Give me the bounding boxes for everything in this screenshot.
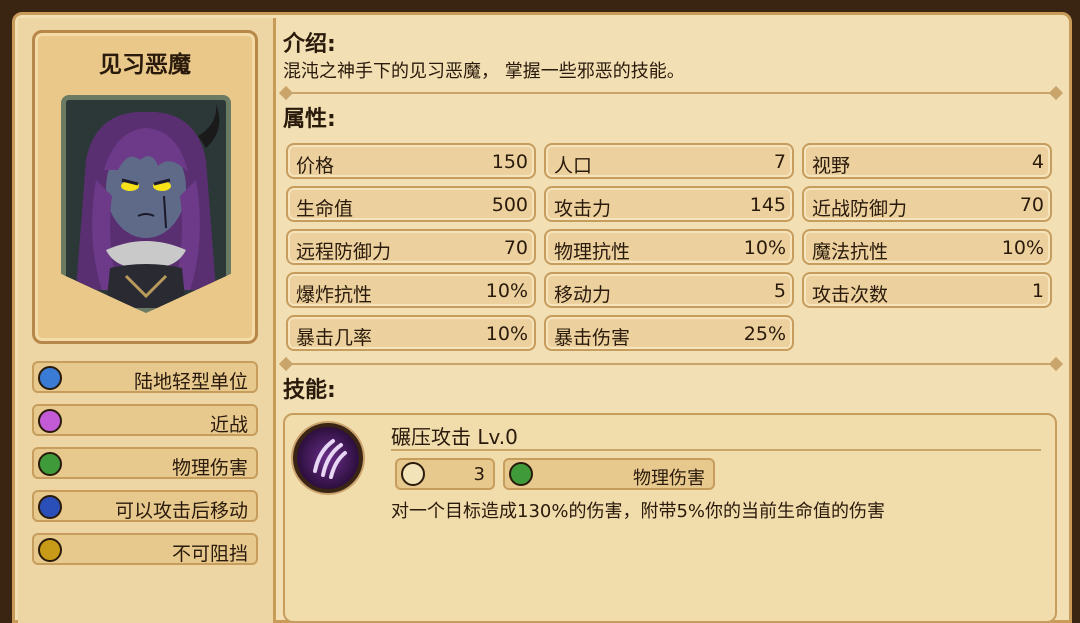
attributes-title: 属性: xyxy=(283,107,336,132)
intro-title: 介绍: xyxy=(283,32,336,57)
stat-population: 人口 7 xyxy=(544,143,794,179)
stat-label: 爆炸抗性 xyxy=(296,284,373,306)
stat-label: 移动力 xyxy=(554,284,612,306)
clock-icon xyxy=(401,462,425,486)
tag-unit-type: 陆地轻型单位 xyxy=(32,361,258,393)
tag-label: 不可阻挡 xyxy=(171,543,248,565)
stat-value: 70 xyxy=(503,237,528,259)
unit-portrait xyxy=(61,95,231,313)
stat-crit-chance: 暴击几率 10% xyxy=(286,315,536,351)
skill-cooldown-value: 3 xyxy=(473,464,485,485)
stat-attack: 攻击力 145 xyxy=(544,186,794,222)
sword-icon xyxy=(38,452,62,476)
stat-label: 近战防御力 xyxy=(812,198,908,220)
skill-damage-type: 物理伤害 xyxy=(503,458,715,490)
stat-explosion-resist: 爆炸抗性 10% xyxy=(286,272,536,308)
tag-damage-type: 物理伤害 xyxy=(32,447,258,479)
claw-slash-icon[interactable] xyxy=(293,423,363,493)
unit-name: 见习恶魔 xyxy=(99,52,191,78)
stat-value: 145 xyxy=(749,194,786,216)
stat-label: 攻击力 xyxy=(554,198,612,220)
stat-value: 10% xyxy=(485,280,528,302)
skill-card[interactable]: 碾压攻击 Lv.0 3 物理伤害 对一个目标造成130%的伤害，附带5%你的当前… xyxy=(283,413,1057,623)
tag-label: 陆地轻型单位 xyxy=(133,371,248,393)
stat-value: 10% xyxy=(743,237,786,259)
unstoppable-icon xyxy=(38,538,62,562)
stat-value: 500 xyxy=(491,194,528,216)
stat-physical-resist: 物理抗性 10% xyxy=(544,229,794,265)
claw-slash-glyph xyxy=(313,439,347,479)
stat-movement: 移动力 5 xyxy=(544,272,794,308)
divider xyxy=(283,363,1059,365)
intro-text: 混沌之神手下的见习恶魔， 掌握一些邪恶的技能。 xyxy=(283,61,685,82)
stat-label: 魔法抗性 xyxy=(812,241,889,263)
tag-label: 可以攻击后移动 xyxy=(114,500,248,522)
stat-label: 生命值 xyxy=(296,198,354,220)
move-after-attack-icon xyxy=(38,495,62,519)
sword-icon xyxy=(509,462,533,486)
skill-cooldown: 3 xyxy=(395,458,495,490)
stat-crit-damage: 暴击伤害 25% xyxy=(544,315,794,351)
stat-value: 150 xyxy=(491,151,528,173)
stat-value: 10% xyxy=(1001,237,1044,259)
tag-unstoppable: 不可阻挡 xyxy=(32,533,258,565)
skill-description: 对一个目标造成130%的伤害，附带5%你的当前生命值的伤害 xyxy=(391,501,886,522)
stat-value: 1 xyxy=(1031,280,1044,302)
stat-value: 7 xyxy=(773,151,786,173)
stat-magic-resist: 魔法抗性 10% xyxy=(802,229,1052,265)
stat-label: 远程防御力 xyxy=(296,241,392,263)
stat-label: 物理抗性 xyxy=(554,241,631,263)
skill-damage-type-label: 物理伤害 xyxy=(633,468,705,489)
stat-price: 价格 150 xyxy=(286,143,536,179)
stat-label: 暴击几率 xyxy=(296,327,373,349)
stat-label: 人口 xyxy=(554,155,593,177)
skill-divider xyxy=(391,449,1041,451)
tag-move-after-attack: 可以攻击后移动 xyxy=(32,490,258,522)
stat-hp: 生命值 500 xyxy=(286,186,536,222)
melee-target-icon xyxy=(38,409,62,433)
stat-value: 70 xyxy=(1019,194,1044,216)
divider xyxy=(283,92,1059,94)
stat-vision: 视野 4 xyxy=(802,143,1052,179)
tag-label: 物理伤害 xyxy=(171,457,248,479)
tag-attack-range: 近战 xyxy=(32,404,258,436)
skill-name: 碾压攻击 Lv.0 xyxy=(391,425,518,449)
stat-ranged-defense: 远程防御力 70 xyxy=(286,229,536,265)
stat-value: 5 xyxy=(773,280,786,302)
stat-melee-defense: 近战防御力 70 xyxy=(802,186,1052,222)
stat-label: 暴击伤害 xyxy=(554,327,631,349)
stat-label: 价格 xyxy=(296,155,335,177)
portrait-card: 见习恶魔 xyxy=(32,30,258,344)
stat-value: 25% xyxy=(743,323,786,345)
stat-value: 10% xyxy=(485,323,528,345)
unit-type-icon xyxy=(38,366,62,390)
stat-label: 攻击次数 xyxy=(812,284,889,306)
tag-label: 近战 xyxy=(209,414,248,436)
stat-label: 视野 xyxy=(812,155,851,177)
stat-value: 4 xyxy=(1031,151,1044,173)
skills-title: 技能: xyxy=(283,378,336,403)
stat-attack-count: 攻击次数 1 xyxy=(802,272,1052,308)
purple-haired-demon-portrait-icon xyxy=(66,100,226,308)
